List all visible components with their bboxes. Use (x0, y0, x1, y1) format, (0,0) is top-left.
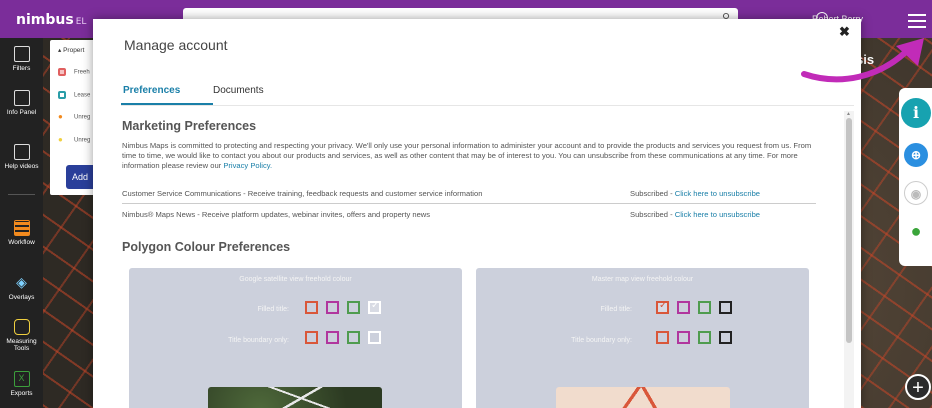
workflow-icon (13, 220, 30, 236)
nimbus-logo[interactable]: nimbus EL (16, 12, 86, 28)
boundary-label: Title boundary only: (228, 337, 289, 344)
nav-overlays[interactable]: ◈ Overlays (0, 275, 43, 301)
info-icon[interactable]: i (901, 98, 931, 128)
satellite-preview-image (208, 387, 382, 408)
pref-row-customer-service: Customer Service Communications - Receiv… (122, 183, 816, 204)
scrollbar-thumb[interactable] (846, 118, 852, 343)
filled-title-label: Filled title: (600, 306, 632, 313)
app-root: sis nimbusEL ⚲ Robert Berry Filters Info… (0, 0, 932, 408)
left-nav: Filters Info Panel Help videos Workflow … (0, 38, 43, 408)
colour-swatch[interactable] (719, 331, 732, 344)
measuring-tools-icon (13, 319, 30, 335)
right-toolbar: i ⊕ ◉ ● (899, 88, 932, 266)
colour-swatch[interactable] (698, 331, 711, 344)
legend-leasehold[interactable]: Lease (58, 91, 90, 99)
locate-icon[interactable]: ⊕ (904, 143, 928, 167)
colour-swatch[interactable] (326, 301, 339, 314)
nav-divider (8, 194, 35, 195)
exports-icon: X (13, 371, 30, 387)
colour-swatch[interactable] (656, 331, 669, 344)
boundary-label: Title boundary only: (571, 337, 632, 344)
properties-header[interactable]: ▴ Propert (58, 46, 84, 54)
privacy-policy-link[interactable]: Privacy Policy. (223, 161, 272, 170)
overlays-icon: ◈ (16, 274, 27, 290)
colour-swatch[interactable] (698, 301, 711, 314)
info-panel-icon (13, 90, 30, 106)
scrollbar[interactable]: ▲ (844, 111, 854, 408)
modal-title: Manage account (124, 37, 228, 53)
marketing-intro: Nimbus Maps is committed to protecting a… (122, 141, 812, 170)
card-title: Master map view freehold colour (591, 276, 694, 283)
colour-swatch[interactable] (305, 301, 318, 314)
scroll-up-icon[interactable]: ▲ (846, 111, 851, 117)
colour-swatch[interactable] (677, 301, 690, 314)
pref-label: Customer Service Communications - Receiv… (122, 189, 483, 198)
help-videos-icon (13, 144, 30, 160)
nav-help-videos[interactable]: Help videos (0, 144, 43, 170)
pref-status: Subscribed - Click here to unsubscribe (630, 210, 761, 219)
legend-freehold[interactable]: Freeh (58, 68, 90, 76)
polygon-heading: Polygon Colour Preferences (122, 240, 291, 254)
pref-status: Subscribed - Click here to unsubscribe (630, 189, 761, 198)
mastermap-colour-card: Master map view freehold colour Filled t… (476, 268, 809, 408)
legend-unregistered-yellow[interactable]: ● Unreg (58, 136, 90, 144)
colour-swatch[interactable] (326, 331, 339, 344)
colour-swatch[interactable] (347, 331, 360, 344)
nav-exports[interactable]: X Exports (0, 371, 43, 397)
pref-label: Nimbus® Maps News - Receive platform upd… (122, 210, 431, 219)
colour-swatch[interactable] (368, 331, 381, 344)
unsubscribe-link[interactable]: Click here to unsubscribe (675, 210, 760, 219)
tab-divider (121, 105, 854, 106)
colour-swatch[interactable] (656, 300, 669, 314)
nav-filters[interactable]: Filters (0, 46, 43, 72)
mastermap-preview-image (556, 387, 730, 408)
colour-swatch[interactable] (677, 331, 690, 344)
tab-documents[interactable]: Documents (213, 85, 264, 96)
tab-preferences[interactable]: Preferences (123, 85, 180, 96)
unsubscribe-link[interactable]: Click here to unsubscribe (675, 189, 760, 198)
filters-icon (13, 46, 30, 62)
nav-workflow[interactable]: Workflow (0, 220, 43, 246)
marketing-heading: Marketing Preferences (122, 119, 257, 133)
colour-swatch[interactable] (719, 301, 732, 314)
colour-swatch[interactable] (347, 301, 360, 314)
colour-swatch[interactable] (305, 331, 318, 344)
pin-icon[interactable]: ● (904, 219, 928, 243)
colour-swatch[interactable] (368, 300, 381, 314)
pref-row-news: Nimbus® Maps News - Receive platform upd… (122, 204, 816, 225)
manage-account-modal: Manage account ✖ Preferences Documents ▲… (93, 19, 861, 408)
nav-info-panel[interactable]: Info Panel (0, 90, 43, 116)
annotation-arrow (801, 38, 924, 83)
filled-title-label: Filled title: (257, 306, 289, 313)
card-title: Google satellite view freehold colour (239, 276, 352, 283)
satellite-colour-card: Google satellite view freehold colour Fi… (129, 268, 462, 408)
legend-unregistered-orange[interactable]: ● Unreg (58, 113, 90, 121)
nav-measuring-tools[interactable]: Measuring Tools (0, 319, 43, 352)
street-view-icon[interactable]: ◉ (904, 181, 928, 205)
zoom-in-button[interactable]: + (905, 374, 931, 400)
active-tab-indicator (121, 103, 213, 105)
